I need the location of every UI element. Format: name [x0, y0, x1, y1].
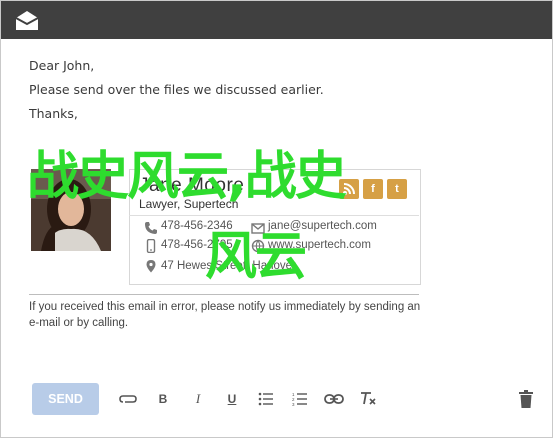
disclaimer-divider [29, 294, 419, 295]
underline-icon[interactable]: U [222, 390, 242, 408]
title-bar [1, 1, 552, 39]
watermark-text: 战史风云,战史 [27, 147, 347, 207]
trash-icon[interactable] [516, 390, 536, 408]
mobile-icon [146, 239, 156, 253]
disclaimer-text[interactable]: If you received this email in error, ple… [29, 299, 429, 331]
signature-divider [129, 215, 419, 216]
italic-icon[interactable]: I [188, 390, 208, 408]
email-greeting[interactable]: Dear John, [29, 58, 94, 73]
send-button[interactable]: SEND [32, 383, 99, 415]
email-compose-window: Dear John, Please send over the files we… [0, 0, 553, 438]
link-icon[interactable] [324, 390, 344, 408]
svg-text:3: 3 [292, 402, 295, 406]
attach-icon[interactable] [118, 390, 138, 408]
bold-icon[interactable]: B [153, 390, 173, 408]
email-signoff[interactable]: Thanks, [29, 106, 78, 121]
email-body-line[interactable]: Please send over the files we discussed … [29, 82, 324, 97]
phone-icon [145, 222, 157, 234]
bulleted-list-icon[interactable] [256, 390, 276, 408]
clear-formatting-icon[interactable] [358, 390, 378, 408]
facebook-icon[interactable]: f [363, 179, 383, 199]
twitter-icon[interactable]: t [387, 179, 407, 199]
numbered-list-icon[interactable]: 123 [290, 390, 310, 408]
location-icon [146, 260, 156, 273]
watermark-text: 风云 [205, 227, 307, 287]
mail-open-icon [15, 11, 39, 30]
